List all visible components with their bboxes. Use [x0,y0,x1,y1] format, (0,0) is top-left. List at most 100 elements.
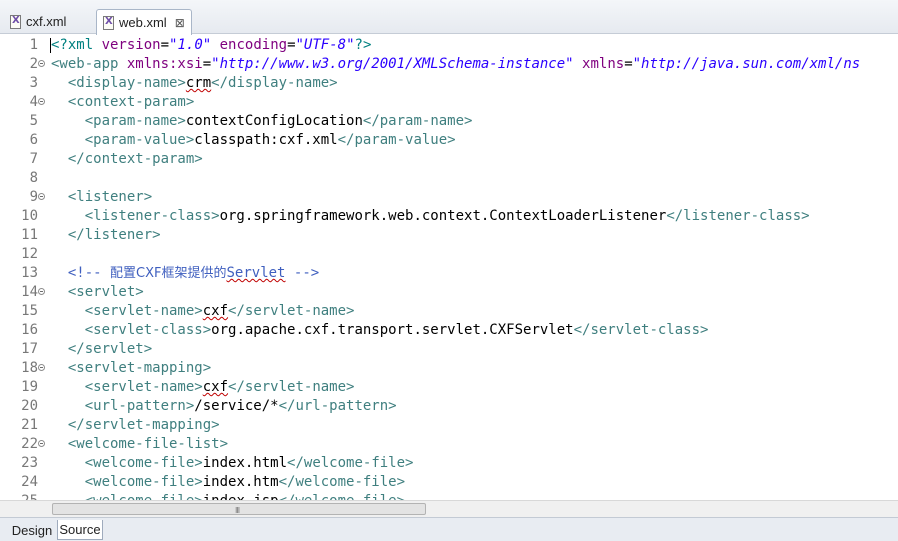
code-text: </servlet-mapping> [51,416,220,435]
fold-collapse-icon[interactable] [38,440,45,447]
code-token: </servlet-mapping> [67,417,220,433]
code-text: <?xml version="1.0" encoding="UTF-8"?> [51,36,371,55]
code-text: <welcome-file-list> [51,435,228,454]
code-text: <servlet-mapping> [51,359,211,378]
code-line[interactable]: 4 <context-param> [0,93,898,112]
fold-collapse-icon[interactable] [38,98,45,105]
code-line[interactable]: 16 <servlet-class>org.apache.cxf.transpo… [0,321,898,340]
code-line[interactable]: 23 <welcome-file>index.html</welcome-fil… [0,454,898,473]
fold-collapse-icon[interactable] [38,60,45,67]
horizontal-scrollbar[interactable]: III [0,500,898,517]
code-text: <servlet-class>org.apache.cxf.transport.… [51,321,709,340]
line-number: 8 [29,170,38,186]
source-editor[interactable]: 1 <?xml version="1.0" encoding="UTF-8"?> 2… [0,35,898,500]
code-token: </welcome-file> [278,474,406,490]
line-number: 12 [21,246,38,262]
code-line[interactable]: 19 <servlet-name>cxf</servlet-name> [0,378,898,397]
code-token: cxf [202,303,229,319]
line-number: 4 [29,94,38,110]
line-number: 19 [21,379,38,395]
tab-design[interactable]: Design [8,520,56,540]
code-token: = [624,56,633,72]
code-line[interactable]: 13 <!-- 配置CXF框架提供的Servlet --> [0,264,898,283]
code-line[interactable]: 5 <param-name>contextConfigLocation</par… [0,112,898,131]
code-text: <servlet-name>cxf</servlet-name> [51,302,355,321]
code-line[interactable]: 3 <display-name>crm</display-name> [0,74,898,93]
text-caret [50,38,51,53]
fold-collapse-icon[interactable] [38,193,45,200]
line-number: 15 [21,303,38,319]
fold-collapse-icon[interactable] [38,364,45,371]
code-line[interactable]: 22 <welcome-file-list> [0,435,898,454]
code-token: </servlet-name> [228,303,355,319]
code-line[interactable]: 12 [0,245,898,264]
line-number: 14 [21,284,38,300]
code-token: <param-value> [84,132,195,148]
code-line[interactable]: 6 <param-value>classpath:cxf.xml</param-… [0,131,898,150]
tab-web-xml[interactable]: web.xml ⊠ [96,9,192,35]
code-token: <servlet-name> [84,379,203,395]
close-icon[interactable]: ⊠ [175,16,185,30]
code-token: </servlet> [67,341,153,357]
code-token: <listener> [67,189,153,205]
code-line[interactable]: 24 <welcome-file>index.htm</welcome-file… [0,473,898,492]
tab-cxf-xml[interactable]: cxf.xml [4,9,92,34]
tab-source[interactable]: Source [57,520,103,540]
line-number: 3 [29,75,38,91]
code-line[interactable]: 11 </listener> [0,226,898,245]
code-token: "http://www.w3.org/2001/XMLSchema-instan… [211,56,574,72]
code-token: <display-name> [67,75,186,91]
code-line[interactable]: 7 </context-param> [0,150,898,169]
line-number: 22 [21,436,38,452]
code-token: <welcome-file> [85,493,203,500]
code-line[interactable]: 17 </servlet> [0,340,898,359]
code-text: <param-name>contextConfigLocation</param… [51,112,473,131]
code-line[interactable]: 21 </servlet-mapping> [0,416,898,435]
code-line[interactable]: 1 <?xml version="1.0" encoding="UTF-8"?> [0,36,898,55]
code-token: classpath:cxf.xml [194,132,338,148]
editor-mode-tabs: Design Source [0,517,898,541]
code-line[interactable]: 20 <url-pattern>/service/*</url-pattern> [0,397,898,416]
code-line[interactable]: 2 <web-app xmlns:xsi="http://www.w3.org/2… [0,55,898,74]
code-token: xmlns:xsi [126,56,203,72]
scrollbar-thumb[interactable]: III [52,503,426,515]
line-number: 7 [29,151,38,167]
code-text: <web-app xmlns:xsi="http://www.w3.org/20… [51,55,860,74]
code-token: <servlet> [67,284,144,300]
code-line[interactable]: 14 <servlet> [0,283,898,302]
code-token: index.html [202,455,288,471]
line-number: 24 [21,474,38,490]
code-token: org.springframework.web.context.ContextL… [219,208,667,224]
code-token: <!-- [67,265,111,281]
code-token: </param-value> [337,132,456,148]
code-token: = [160,37,170,53]
code-text: <welcome-file>index.jsp</welcome-file> [51,492,405,500]
code-token: <servlet-class> [84,322,212,338]
code-line[interactable]: 18 <servlet-mapping> [0,359,898,378]
code-line[interactable]: 9 <listener> [0,188,898,207]
code-line[interactable]: 8 [0,169,898,188]
code-token: </param-name> [362,113,473,129]
xml-file-icon [10,14,21,29]
code-line[interactable]: 10 <listener-class>org.springframework.w… [0,207,898,226]
code-token: <context-param> [67,94,195,110]
code-token: "1.0" [169,37,212,53]
code-line[interactable]: 25 <welcome-file>index.jsp</welcome-file… [0,492,898,500]
code-token: <?xml [51,37,102,53]
line-number: 6 [29,132,38,148]
code-line[interactable]: 15 <servlet-name>cxf</servlet-name> [0,302,898,321]
scrollbar-grip: III [235,506,240,515]
code-token: <welcome-file> [84,474,203,490]
line-number: 25 [10,492,38,500]
code-text: <welcome-file>index.html</welcome-file> [51,454,414,473]
fold-collapse-icon[interactable] [38,288,45,295]
code-token: </url-pattern> [278,398,397,414]
